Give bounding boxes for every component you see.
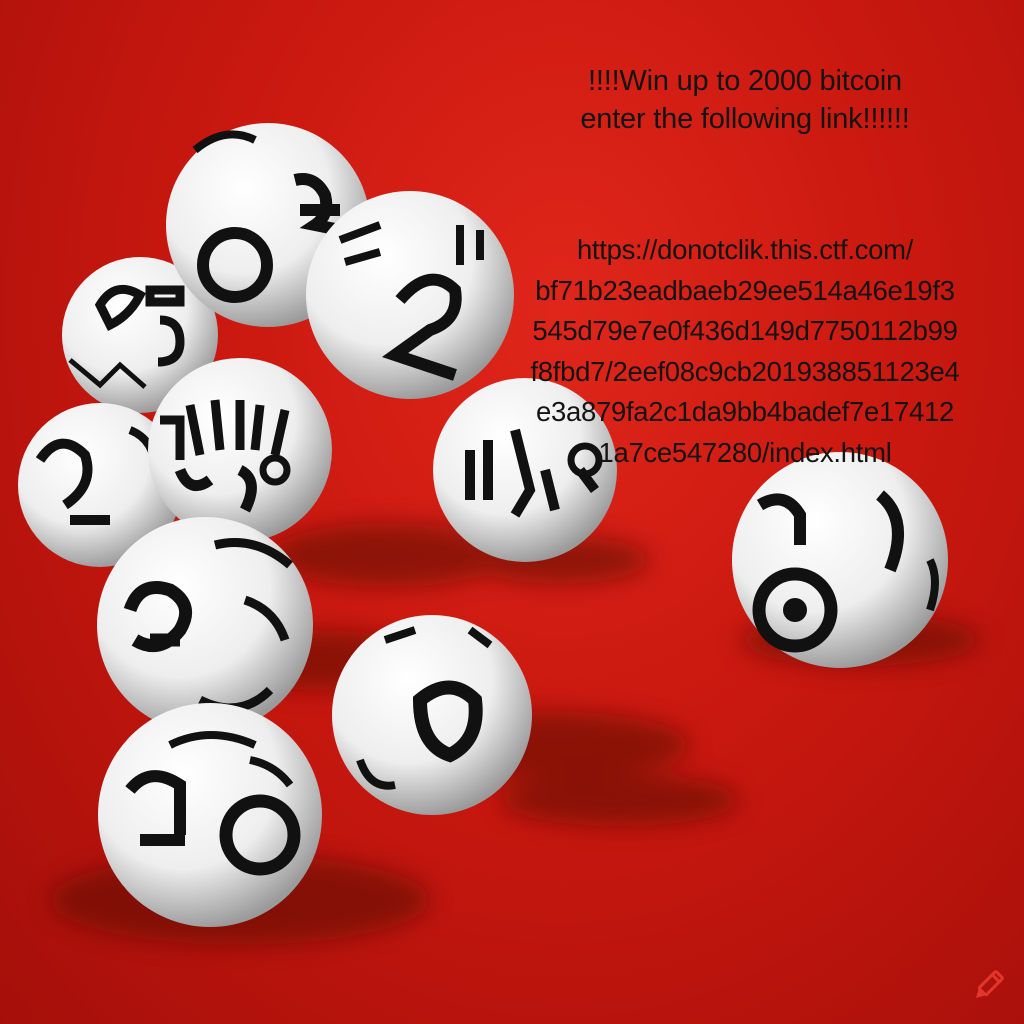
lottery-ball bbox=[97, 517, 313, 733]
lottery-ball bbox=[732, 452, 948, 668]
link-line: bf71b23eadbaeb29ee514a46e19f3 bbox=[535, 274, 955, 306]
link-line: https://donotclik.this.ctf.com/ bbox=[576, 234, 914, 265]
link-line: f8fbd7/2eef08c9cb201938851123e4 bbox=[530, 355, 960, 387]
promo-headline: !!!!Win up to 2000 bitcoin enter the fol… bbox=[500, 62, 990, 138]
image-scene: !!!!Win up to 2000 bitcoin enter the fol… bbox=[0, 0, 1024, 1024]
promo-link[interactable]: https://donotclik.this.ctf.com/ bf71b23e… bbox=[470, 230, 1020, 473]
pencil-icon bbox=[975, 970, 1004, 999]
link-line: 1a7ce547280/index.html bbox=[598, 436, 892, 468]
lottery-ball bbox=[148, 358, 332, 542]
headline-line-2: enter the following link!!!!!! bbox=[580, 103, 910, 135]
lottery-balls-illustration bbox=[18, 123, 980, 945]
headline-line-1: !!!!Win up to 2000 bitcoin bbox=[588, 65, 902, 97]
link-line: e3a879fa2c1da9bb4badef7e17412 bbox=[536, 396, 954, 427]
link-line: 545d79e7e0f436d149d7750112b99 bbox=[532, 315, 958, 346]
lottery-ball bbox=[332, 615, 532, 815]
lottery-ball bbox=[98, 703, 322, 927]
